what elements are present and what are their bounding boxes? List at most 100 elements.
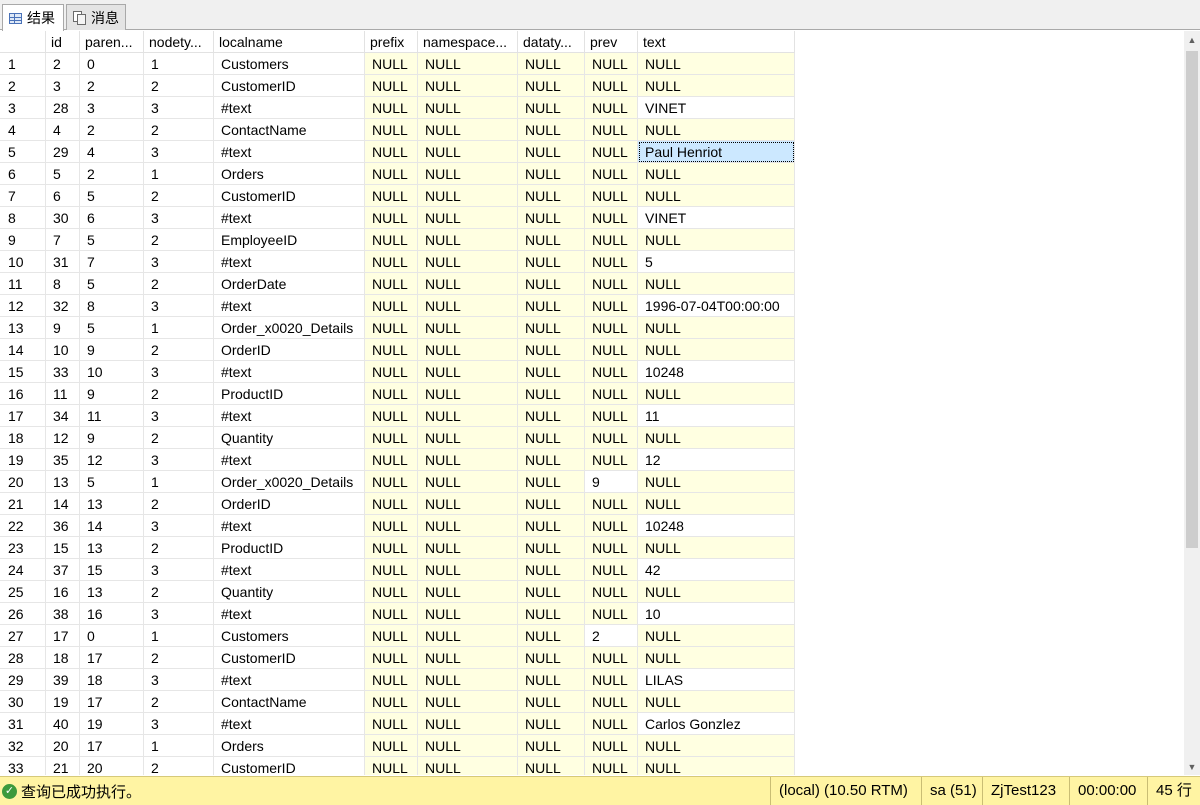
grid-cell[interactable]: 12 (46, 427, 80, 449)
grid-cell[interactable]: NULL (518, 757, 585, 775)
grid-cell[interactable]: Customers (214, 53, 365, 75)
grid-cell[interactable]: 2 (80, 75, 144, 97)
grid-cell[interactable]: #text (214, 251, 365, 273)
grid-cell[interactable]: 2 (46, 53, 80, 75)
grid-cell[interactable]: 39 (46, 669, 80, 691)
grid-cell[interactable]: 31 (46, 251, 80, 273)
grid-cell[interactable]: #text (214, 361, 365, 383)
row-number[interactable]: 28 (0, 647, 46, 669)
table-row[interactable]: 21 14 13 2 OrderID NULL NULL NULL NULL NULL (0, 493, 795, 515)
grid-cell[interactable]: NULL (585, 53, 638, 75)
grid-cell[interactable]: #text (214, 669, 365, 691)
grid-cell[interactable]: NULL (585, 493, 638, 515)
row-number[interactable]: 27 (0, 625, 46, 647)
grid-cell[interactable]: Order_x0020_Details (214, 471, 365, 493)
grid-cell[interactable]: NULL (518, 647, 585, 669)
grid-cell[interactable]: 13 (80, 493, 144, 515)
grid-cell[interactable]: 3 (80, 97, 144, 119)
grid-cell[interactable]: 0 (80, 53, 144, 75)
table-row[interactable]: 27 17 0 1 Customers NULL NULL NULL 2 NULL (0, 625, 795, 647)
grid-cell[interactable]: NULL (418, 713, 518, 735)
grid-cell[interactable]: NULL (418, 537, 518, 559)
grid-cell[interactable]: 1 (144, 735, 214, 757)
grid-cell[interactable]: NULL (418, 383, 518, 405)
row-number[interactable]: 26 (0, 603, 46, 625)
grid-cell[interactable]: 19 (80, 713, 144, 735)
grid-cell[interactable]: NULL (418, 691, 518, 713)
row-number[interactable]: 14 (0, 339, 46, 361)
grid-cell[interactable]: CustomerID (214, 185, 365, 207)
grid-cell[interactable]: NULL (518, 229, 585, 251)
grid-cell[interactable]: 5 (46, 163, 80, 185)
grid-cell[interactable]: NULL (418, 405, 518, 427)
grid-cell[interactable]: NULL (638, 691, 795, 713)
grid-cell[interactable]: 1 (144, 163, 214, 185)
row-number[interactable]: 1 (0, 53, 46, 75)
grid-cell[interactable]: NULL (638, 229, 795, 251)
grid-cell[interactable]: 5 (80, 229, 144, 251)
grid-cell[interactable]: 4 (46, 119, 80, 141)
table-row[interactable]: 14 10 9 2 OrderID NULL NULL NULL NULL NULL (0, 339, 795, 361)
grid-cell[interactable]: NULL (365, 757, 418, 775)
grid-cell[interactable]: NULL (418, 493, 518, 515)
grid-cell[interactable]: NULL (418, 339, 518, 361)
table-row[interactable]: 20 13 5 1 Order_x0020_Details NULL NULL NULL 9 NU… (0, 471, 795, 493)
grid-cell[interactable]: 1 (144, 53, 214, 75)
grid-cell[interactable]: NULL (365, 691, 418, 713)
row-number[interactable]: 4 (0, 119, 46, 141)
grid-cell[interactable]: NULL (585, 537, 638, 559)
grid-cell[interactable]: NULL (638, 119, 795, 141)
grid-cell[interactable]: NULL (518, 251, 585, 273)
grid-cell[interactable]: NULL (518, 361, 585, 383)
grid-cell[interactable]: NULL (418, 53, 518, 75)
table-row[interactable]: 5 29 4 3 #text NULL NULL NULL NULL Paul Henriot (0, 141, 795, 163)
grid-cell[interactable]: 33 (46, 361, 80, 383)
grid-cell[interactable]: 29 (46, 141, 80, 163)
grid-cell[interactable]: NULL (365, 515, 418, 537)
grid-cell[interactable]: NULL (518, 493, 585, 515)
grid-cell[interactable]: 3 (144, 295, 214, 317)
grid-cell[interactable]: NULL (418, 669, 518, 691)
grid-cell[interactable]: Quantity (214, 427, 365, 449)
grid-cell[interactable]: NULL (365, 559, 418, 581)
grid-cell[interactable]: NULL (585, 449, 638, 471)
grid-cell[interactable]: NULL (365, 383, 418, 405)
grid-cell[interactable]: 10248 (638, 515, 795, 537)
grid-cell[interactable]: NULL (638, 317, 795, 339)
column-header[interactable]: text (638, 31, 795, 53)
grid-cell[interactable]: 3 (144, 251, 214, 273)
column-header[interactable]: prefix (365, 31, 418, 53)
grid-cell[interactable]: NULL (365, 75, 418, 97)
grid-cell[interactable]: #text (214, 97, 365, 119)
grid-cell[interactable]: 5 (80, 317, 144, 339)
grid-cell[interactable]: NULL (638, 185, 795, 207)
grid-cell[interactable]: NULL (365, 405, 418, 427)
grid-cell[interactable]: NULL (518, 559, 585, 581)
grid-cell[interactable]: 2 (144, 339, 214, 361)
grid-cell[interactable]: ProductID (214, 537, 365, 559)
grid-cell[interactable]: NULL (585, 515, 638, 537)
grid-cell[interactable]: 2 (144, 427, 214, 449)
grid-cell[interactable]: NULL (638, 537, 795, 559)
grid-cell[interactable]: NULL (638, 273, 795, 295)
grid-cell[interactable]: 28 (46, 97, 80, 119)
grid-cell[interactable]: 9 (80, 339, 144, 361)
grid-cell[interactable]: 15 (80, 559, 144, 581)
row-number[interactable]: 6 (0, 163, 46, 185)
grid-cell[interactable]: NULL (638, 339, 795, 361)
grid-cell[interactable]: 2 (144, 581, 214, 603)
row-number[interactable]: 33 (0, 757, 46, 775)
grid-cell[interactable]: NULL (518, 537, 585, 559)
grid-cell[interactable]: 17 (80, 735, 144, 757)
grid-cell[interactable]: 10248 (638, 361, 795, 383)
grid-cell[interactable]: NULL (518, 603, 585, 625)
grid-cell[interactable]: 36 (46, 515, 80, 537)
grid-cell[interactable]: 2 (144, 119, 214, 141)
grid-cell[interactable]: NULL (418, 75, 518, 97)
grid-cell[interactable]: NULL (585, 119, 638, 141)
grid-cell[interactable]: NULL (365, 669, 418, 691)
grid-cell[interactable]: 2 (144, 537, 214, 559)
grid-cell[interactable]: NULL (365, 97, 418, 119)
grid-cell[interactable]: 12 (638, 449, 795, 471)
grid-cell[interactable]: NULL (518, 405, 585, 427)
